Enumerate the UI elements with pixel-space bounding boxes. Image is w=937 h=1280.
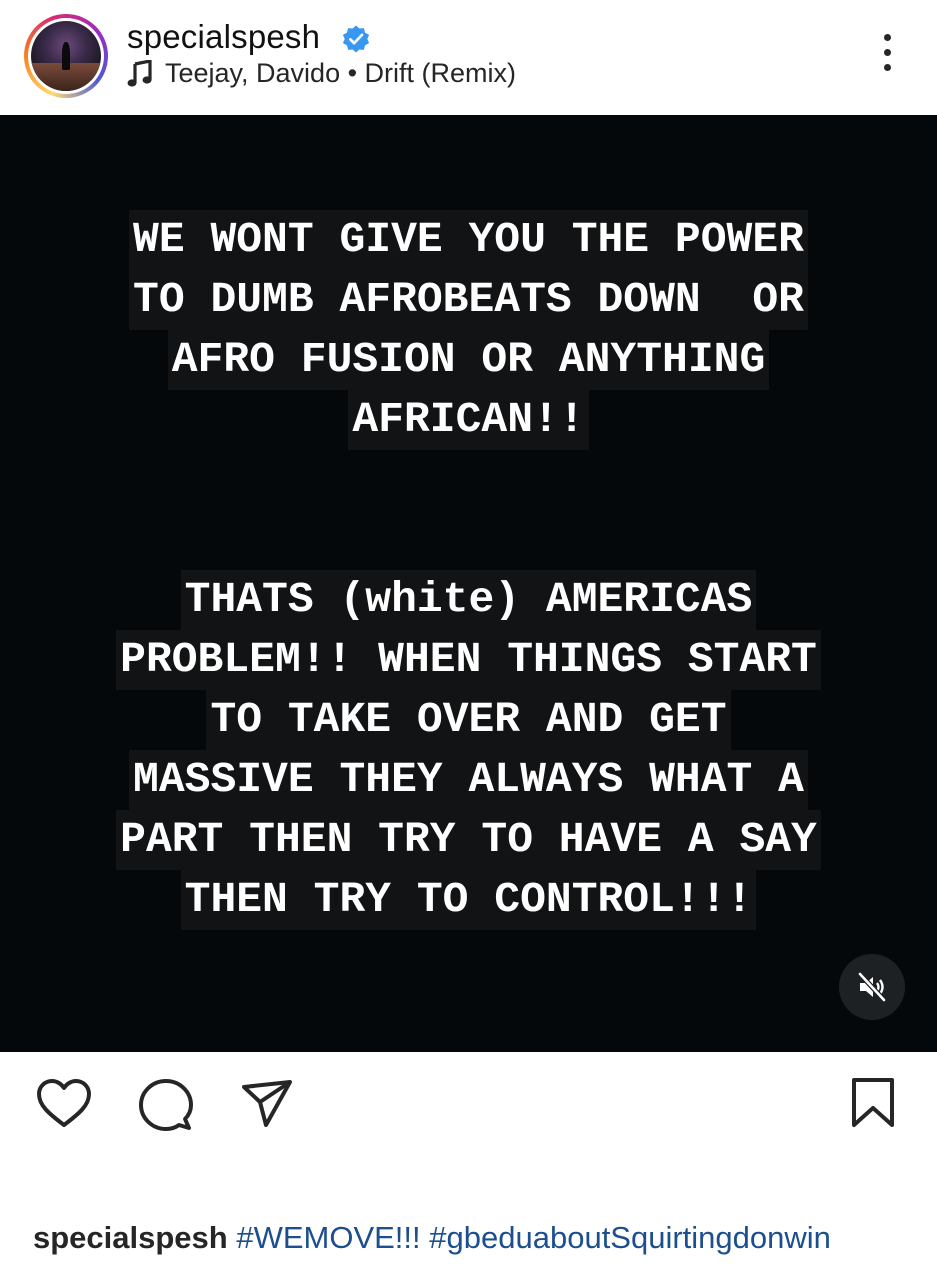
verified-badge-icon (342, 25, 370, 53)
mute-button[interactable] (839, 954, 905, 1020)
text-line: THEN TRY TO CONTROL!!! (180, 870, 757, 930)
text-line: WE WONT GIVE YOU THE POWER (129, 210, 808, 270)
share-icon[interactable] (240, 1078, 296, 1130)
text-line: TO TAKE OVER AND GET (206, 690, 731, 750)
action-bar (0, 1052, 937, 1162)
text-line: PART THEN TRY TO HAVE A SAY (116, 810, 821, 870)
text-line: TO DUMB AFROBEATS DOWN OR (129, 270, 808, 330)
hashtag[interactable]: #WEMOVE!!! (236, 1220, 420, 1255)
avatar[interactable] (24, 14, 108, 98)
avatar-border (28, 18, 104, 94)
text-line: AFRO FUSION OR ANYTHING (167, 330, 770, 390)
text-line: AFRICAN!! (348, 390, 589, 450)
music-note-icon (127, 60, 152, 87)
bookmark-icon[interactable] (848, 1076, 898, 1130)
text-line: PROBLEM!! WHEN THINGS START (116, 630, 821, 690)
post-media[interactable]: WE WONT GIVE YOU THE POWER TO DUMB AFROB… (0, 115, 937, 1052)
more-options-icon[interactable] (872, 34, 902, 78)
text-line: THATS (white) AMERICAS (180, 570, 757, 630)
username[interactable]: specialspesh (127, 18, 320, 56)
heart-icon[interactable] (36, 1078, 92, 1130)
post-text-block-2: THATS (white) AMERICAS PROBLEM!! WHEN TH… (0, 570, 937, 930)
post-text-block-1: WE WONT GIVE YOU THE POWER TO DUMB AFROB… (0, 210, 937, 450)
post-header: specialspesh Teejay, Davido • Drift (Rem… (0, 0, 937, 115)
hashtag[interactable]: #gbeduaboutSquirtingdonwin (429, 1220, 831, 1255)
mute-icon (858, 972, 886, 1002)
caption: specialspesh #WEMOVE!!! #gbeduaboutSquir… (33, 1220, 831, 1256)
comment-icon[interactable] (138, 1078, 194, 1132)
text-line: MASSIVE THEY ALWAYS WHAT A (129, 750, 808, 810)
music-track[interactable]: Teejay, Davido • Drift (Remix) (165, 58, 516, 89)
avatar-image (31, 21, 101, 91)
caption-username[interactable]: specialspesh (33, 1220, 228, 1255)
